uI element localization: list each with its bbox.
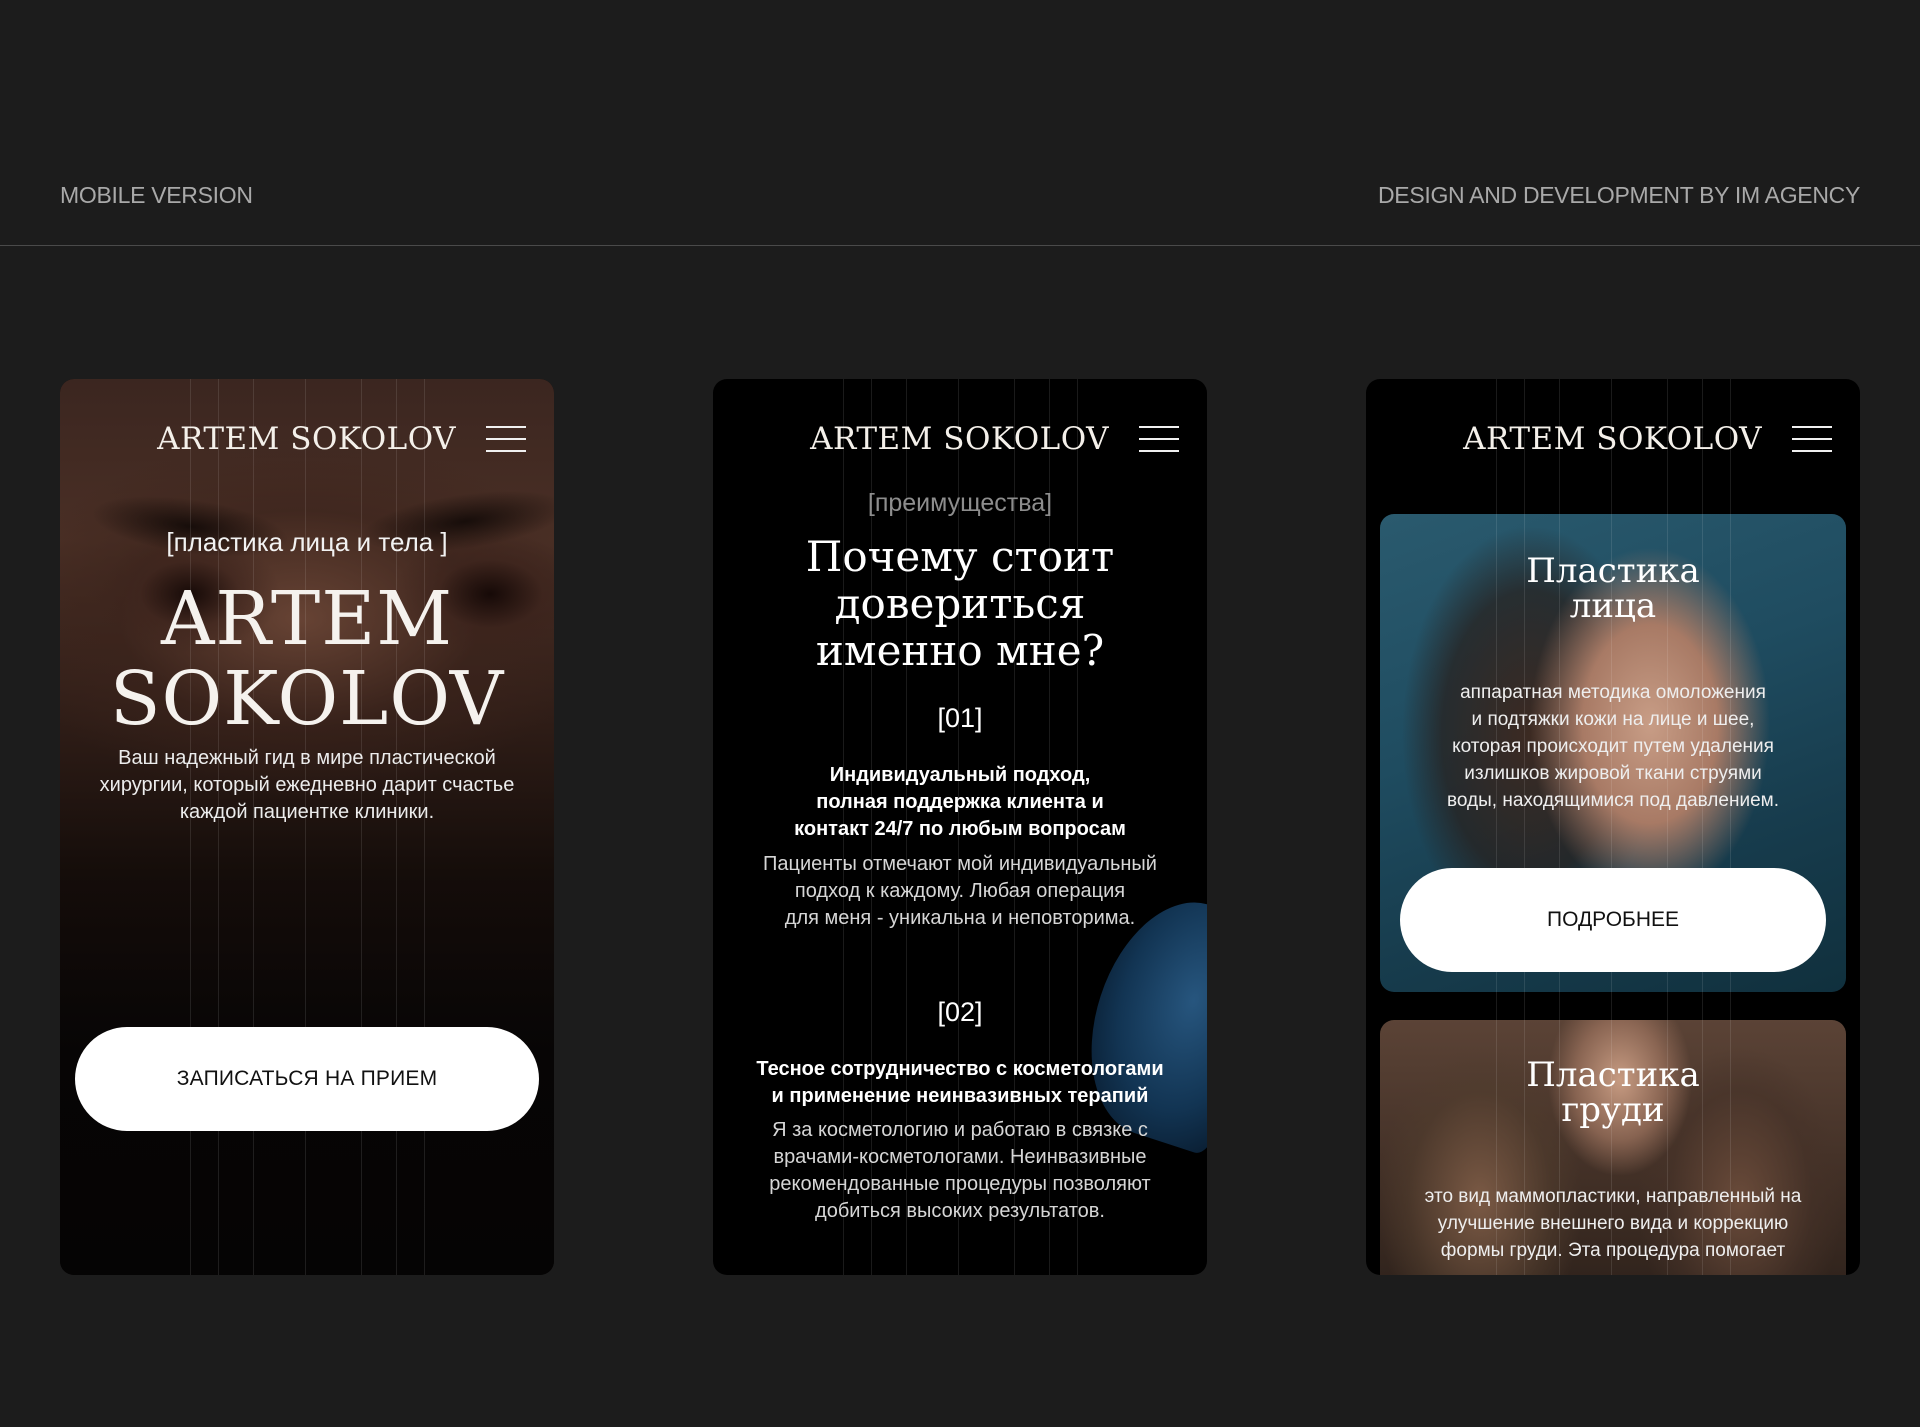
advantage-number: [02] [937, 997, 983, 1027]
mobile-header: ARTEM SOKOLOV [713, 417, 1207, 467]
service-card-breast[interactable]: Пластика груди это вид маммопластики, на… [1380, 1020, 1846, 1275]
hero-title-line: ARTEM [160, 576, 453, 662]
advantage-heading: Тесное сотрудничество с косметологами и … [756, 1058, 1164, 1107]
brand-logo[interactable]: ARTEM SOKOLOV [1463, 417, 1762, 461]
advantage-number: [01] [937, 703, 983, 733]
page-header: MOBILE VERSION DESIGN AND DEVELOPMENT BY… [0, 0, 1920, 246]
more-details-button[interactable]: ПОДРОБНЕЕ [1400, 868, 1826, 972]
section-title-line: именно мне? [815, 626, 1105, 675]
advantage-text: Я за косметологию и работаю в связке с в… [769, 1119, 1151, 1222]
hero-title-line: SOKOLOV [109, 656, 505, 742]
mobile-screen-services: Пластика лица аппаратная методика омолож… [1366, 379, 1860, 1275]
service-card-title: Пластика груди [1526, 1055, 1700, 1130]
agency-credit: DESIGN AND DEVELOPMENT BY IM AGENCY [1377, 182, 1860, 208]
hero-description: Ваш надежный гид в мире пластической хир… [99, 747, 515, 823]
mobile-screen-advantages: ARTEM SOKOLOV [преимущества] Почему стои… [713, 379, 1207, 1275]
mobile-screen-hero: ARTEM SOKOLOV [пластика лица и тела ] AR… [60, 379, 554, 1275]
section-title-line: довериться [834, 579, 1086, 628]
mobile-header: ARTEM SOKOLOV [60, 417, 554, 467]
hamburger-menu-icon[interactable] [1139, 426, 1179, 452]
service-card-text: это вид маммопластики, направленный на у… [1424, 1186, 1802, 1261]
book-appointment-button[interactable]: ЗАПИСАТЬСЯ НА ПРИЕМ [75, 1027, 539, 1131]
brand-logo[interactable]: ARTEM SOKOLOV [157, 417, 456, 461]
service-card-face[interactable]: Пластика лица аппаратная методика омолож… [1380, 514, 1846, 992]
advantage-text: Пациенты отмечают мой индивидуальный под… [763, 853, 1157, 929]
mobile-version-label: MOBILE VERSION [60, 182, 253, 208]
brand-logo[interactable]: ARTEM SOKOLOV [810, 417, 1109, 461]
hero-tag: [пластика лица и тела ] [166, 527, 448, 557]
hamburger-menu-icon[interactable] [1792, 426, 1832, 452]
hamburger-menu-icon[interactable] [486, 426, 526, 452]
service-card-text: аппаратная методика омоложения и подтяжк… [1447, 682, 1779, 811]
hero-background-photo [60, 379, 554, 1275]
advantage-heading: Индивидуальный подход, полная поддержка … [794, 764, 1126, 840]
section-title-line: Почему стоит [805, 532, 1115, 581]
mobile-header: ARTEM SOKOLOV [1366, 417, 1860, 467]
hero-title: ARTEM SOKOLOV [60, 579, 554, 739]
section-title: Почему стоит довериться именно мне? [713, 533, 1207, 674]
section-eyebrow: [преимущества] [867, 489, 1053, 517]
service-card-title: Пластика лица [1526, 551, 1700, 626]
